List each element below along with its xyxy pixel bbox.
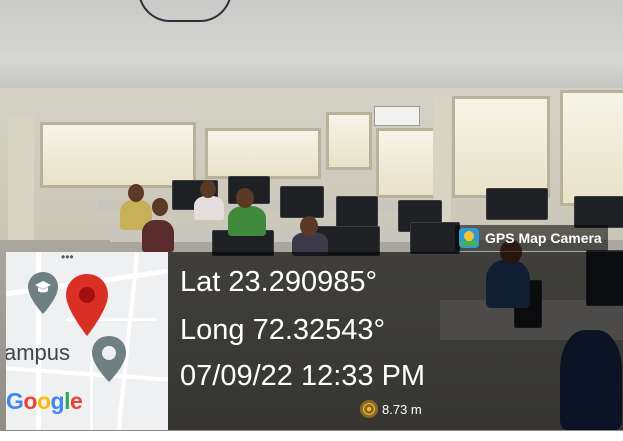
mini-map[interactable]: ••• ampus Google	[6, 252, 168, 430]
window	[376, 128, 440, 198]
window	[560, 90, 623, 206]
person-head	[152, 198, 168, 216]
computer-monitor	[280, 186, 324, 218]
map-label: ampus	[6, 340, 71, 365]
person-head	[200, 180, 216, 198]
pillar	[8, 116, 34, 246]
window	[40, 122, 196, 188]
computer-monitor	[486, 188, 548, 220]
air-conditioner	[374, 106, 420, 126]
longitude-text: Long 72.32543°	[180, 314, 386, 346]
person-head	[128, 184, 144, 202]
window	[326, 112, 372, 170]
computer-monitor	[410, 222, 460, 254]
latitude-text: Lat 23.290985°	[180, 266, 378, 298]
gps-map-camera-badge: GPS Map Camera	[455, 225, 608, 251]
window	[205, 128, 321, 179]
gray-place-pin-icon	[92, 336, 126, 382]
datetime-text: 07/09/22 12:33 PM	[180, 360, 426, 392]
person	[194, 196, 224, 220]
person	[228, 206, 266, 236]
person-head	[300, 216, 318, 236]
accuracy-readout: 8.73 m	[360, 400, 422, 418]
photo-frame: GPS Map Camera ••• ampus Google Lat 23.2…	[0, 0, 623, 441]
window	[452, 96, 550, 198]
map-handle[interactable]: •••	[61, 252, 74, 263]
badge-label: GPS Map Camera	[485, 230, 602, 246]
computer-monitor	[574, 196, 623, 228]
accuracy-text: 8.73 m	[382, 401, 422, 417]
computer-monitor	[336, 196, 378, 230]
person-head	[236, 188, 254, 208]
bottom-border	[0, 431, 623, 441]
graduation-cap-pin-icon	[28, 272, 58, 314]
accuracy-target-icon	[360, 400, 378, 418]
gps-map-camera-logo-icon	[459, 228, 479, 248]
person	[142, 220, 174, 252]
ceiling	[0, 0, 623, 100]
location-info-panel: Lat 23.290985° Long 72.32543° 07/09/22 1…	[168, 252, 623, 430]
google-logo: Google	[6, 388, 83, 414]
location-pin-icon	[66, 274, 108, 336]
